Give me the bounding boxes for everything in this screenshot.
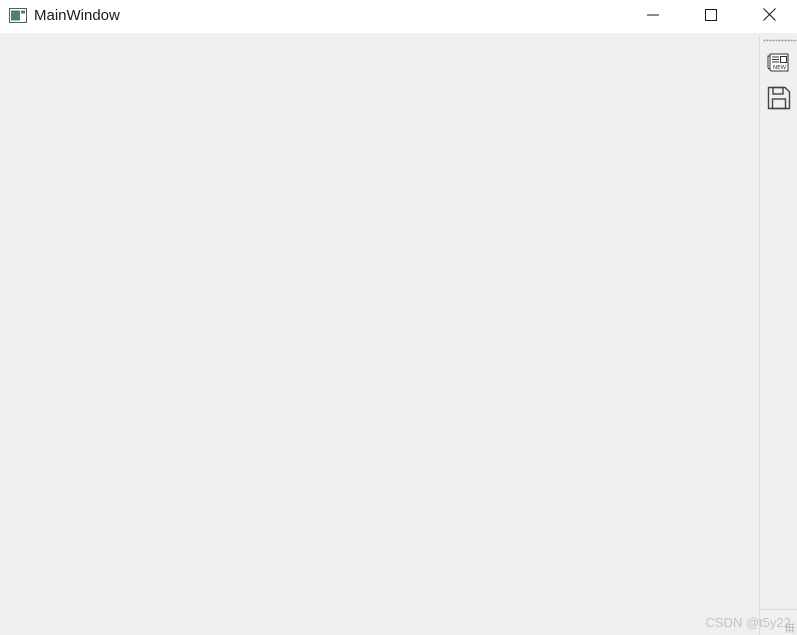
watermark-text: CSDN @t5y22: [705, 615, 791, 630]
minimize-button[interactable]: [624, 0, 682, 33]
close-icon: [762, 7, 776, 26]
central-widget: [0, 36, 759, 635]
minimize-icon: [647, 8, 659, 26]
new-button[interactable]: NEW: [764, 49, 794, 79]
close-button[interactable]: [740, 0, 797, 33]
right-toolbar: NEW: [759, 35, 797, 609]
maximize-icon: [705, 8, 717, 26]
svg-text:NEW: NEW: [773, 65, 787, 71]
save-button[interactable]: [764, 85, 794, 115]
title-bar[interactable]: MainWindow: [0, 0, 797, 33]
newspaper-new-icon: NEW: [767, 51, 791, 78]
main-window: MainWindow NEW CSDN @t5y22: [0, 0, 797, 635]
window-title: MainWindow: [34, 7, 120, 24]
toolbar-drag-handle[interactable]: [763, 39, 797, 42]
maximize-button[interactable]: [682, 0, 740, 33]
app-window-icon: [9, 8, 27, 23]
floppy-disk-icon: [767, 86, 791, 115]
